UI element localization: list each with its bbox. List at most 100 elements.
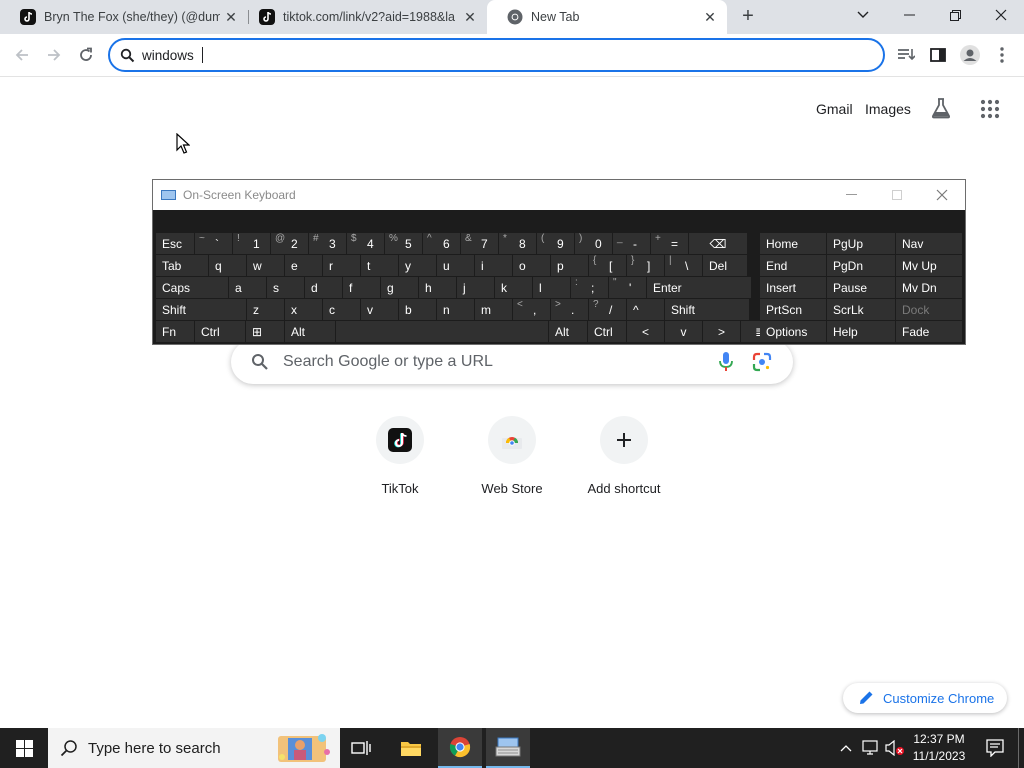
- osk-key-right-ctrl[interactable]: Ctrl: [588, 321, 626, 342]
- shortcut-tiktok[interactable]: TikTok: [344, 416, 456, 506]
- network-icon[interactable]: [860, 728, 882, 768]
- osk-key-1[interactable]: ! 1: [233, 233, 270, 254]
- osk-key-dock[interactable]: Dock: [896, 299, 962, 320]
- osk-key-pgdn[interactable]: PgDn: [827, 255, 895, 276]
- tab-search-chevron-icon[interactable]: [840, 0, 886, 30]
- osk-maximize-icon[interactable]: [874, 180, 920, 210]
- osk-key-del[interactable]: Del: [703, 255, 747, 276]
- osk-key-down[interactable]: v: [361, 299, 398, 320]
- close-tab-icon[interactable]: ✕: [463, 10, 477, 24]
- osk-key-m[interactable]: m: [475, 299, 512, 320]
- osk-key-fade[interactable]: Fade: [896, 321, 962, 342]
- osk-key-a[interactable]: a: [229, 277, 266, 298]
- osk-key-mv-dn[interactable]: Mv Dn: [896, 277, 962, 298]
- osk-key-e[interactable]: e: [285, 255, 322, 276]
- forward-arrow-icon[interactable]: [42, 43, 66, 67]
- taskbar-search-box[interactable]: Type here to search: [48, 728, 340, 768]
- osk-key-scrlk[interactable]: ScrLk: [827, 299, 895, 320]
- chrome-taskbar-icon[interactable]: [438, 728, 482, 768]
- close-tab-icon[interactable]: ✕: [224, 10, 238, 24]
- gmail-link[interactable]: Gmail: [816, 101, 853, 117]
- close-window-icon[interactable]: [978, 0, 1024, 30]
- osk-key-j[interactable]: j: [457, 277, 494, 298]
- shortcut-add[interactable]: Add shortcut: [568, 416, 680, 506]
- osk-key-x[interactable]: x: [285, 299, 322, 320]
- tab-tiktok-link[interactable]: tiktok.com/link/v2?aid=1988&la ✕: [239, 0, 487, 34]
- osk-key-o[interactable]: o: [513, 255, 550, 276]
- osk-key-insert[interactable]: Insert: [760, 277, 826, 298]
- restore-icon[interactable]: [932, 0, 978, 30]
- osk-key-left-bracket[interactable]: {[: [589, 255, 626, 276]
- osk-key-k[interactable]: k: [495, 277, 532, 298]
- osk-key-equals[interactable]: + =: [651, 233, 688, 254]
- customize-chrome-button[interactable]: Customize Chrome: [843, 683, 1007, 713]
- osk-minimize-icon[interactable]: [828, 180, 874, 210]
- osk-key-7[interactable]: & 7: [461, 233, 498, 254]
- osk-key-quote[interactable]: " ': [609, 277, 646, 298]
- osk-key-mv-up[interactable]: Mv Up: [896, 255, 962, 276]
- tab-new-tab[interactable]: New Tab ✕: [487, 0, 727, 34]
- osk-key-i[interactable]: i: [475, 255, 512, 276]
- osk-key-4[interactable]: $4: [347, 233, 384, 254]
- more-menu-icon[interactable]: [990, 43, 1014, 67]
- osk-key-up[interactable]: ^: [627, 299, 664, 320]
- osk-key-esc[interactable]: Esc: [156, 233, 194, 254]
- reload-icon[interactable]: [74, 43, 98, 67]
- osk-key-8[interactable]: * 8: [499, 233, 536, 254]
- osk-key-backspace[interactable]: ⌫: [689, 233, 747, 254]
- osk-key-l[interactable]: l: [533, 277, 570, 298]
- osk-key-comma[interactable]: <,: [513, 299, 550, 320]
- osk-key-left-shift[interactable]: Shift: [156, 299, 246, 320]
- osk-key-right-shift[interactable]: Shift: [665, 299, 749, 320]
- reading-list-icon[interactable]: [894, 43, 918, 67]
- osk-key-period[interactable]: >.: [551, 299, 588, 320]
- images-link[interactable]: Images: [865, 101, 911, 117]
- osk-key-right-bracket[interactable]: }]: [627, 255, 664, 276]
- task-view-icon[interactable]: [340, 728, 382, 768]
- osk-key-nav[interactable]: Nav: [896, 233, 962, 254]
- osk-key-prtscn[interactable]: PrtScn: [760, 299, 826, 320]
- osk-key-tab[interactable]: Tab: [156, 255, 208, 276]
- osk-key-n[interactable]: n: [437, 299, 474, 320]
- osk-key-c[interactable]: c: [323, 299, 360, 320]
- osk-key-9[interactable]: (9: [537, 233, 574, 254]
- clock[interactable]: 12:37 PM 11/1/2023: [904, 731, 974, 765]
- close-tab-icon[interactable]: ✕: [703, 10, 717, 24]
- osk-key-q[interactable]: q: [209, 255, 246, 276]
- voice-search-mic-icon[interactable]: [719, 352, 733, 372]
- osk-key-caps[interactable]: Caps: [156, 277, 228, 298]
- osk-key-left-arrow[interactable]: <: [627, 321, 664, 342]
- osk-key-y[interactable]: y: [399, 255, 436, 276]
- volume-muted-icon[interactable]: [884, 728, 906, 768]
- osk-key-enter[interactable]: Enter: [647, 277, 751, 298]
- osk-key-semicolon[interactable]: :;: [571, 277, 608, 298]
- show-hidden-icons-chevron-icon[interactable]: [836, 728, 856, 768]
- osk-key-u[interactable]: u: [437, 255, 474, 276]
- osk-key-w[interactable]: w: [247, 255, 284, 276]
- osk-key-slash[interactable]: ? /: [589, 299, 626, 320]
- osk-key-space[interactable]: [336, 321, 548, 342]
- notifications-icon[interactable]: [980, 728, 1010, 768]
- osk-key-s[interactable]: s: [267, 277, 304, 298]
- osk-key-end[interactable]: End: [760, 255, 826, 276]
- osk-key-left-ctrl[interactable]: Ctrl: [195, 321, 245, 342]
- osk-key-2[interactable]: @2: [271, 233, 308, 254]
- osk-key-p[interactable]: p: [551, 255, 588, 276]
- tab-bryn-the-fox[interactable]: Bryn The Fox (she/they) (@dumb ✕: [0, 0, 248, 34]
- osk-title-bar[interactable]: On-Screen Keyboard: [153, 180, 965, 210]
- back-arrow-icon[interactable]: [10, 43, 34, 67]
- osk-key-5[interactable]: % 5: [385, 233, 422, 254]
- osk-close-icon[interactable]: [919, 180, 965, 210]
- address-bar[interactable]: windows: [108, 38, 885, 72]
- osk-key-minus[interactable]: _ -: [613, 233, 650, 254]
- osk-key-options[interactable]: Options: [760, 321, 826, 342]
- google-search-box[interactable]: Search Google or type a URL: [231, 340, 793, 384]
- osk-key-right-arrow[interactable]: >: [703, 321, 740, 342]
- osk-key-pgup[interactable]: PgUp: [827, 233, 895, 254]
- osk-key-left-alt[interactable]: Alt: [285, 321, 335, 342]
- osk-key-g[interactable]: g: [381, 277, 418, 298]
- osk-key-backslash[interactable]: | \: [665, 255, 702, 276]
- minimize-icon[interactable]: [886, 0, 932, 30]
- file-explorer-icon[interactable]: [390, 728, 432, 768]
- profile-avatar-icon[interactable]: [958, 43, 982, 67]
